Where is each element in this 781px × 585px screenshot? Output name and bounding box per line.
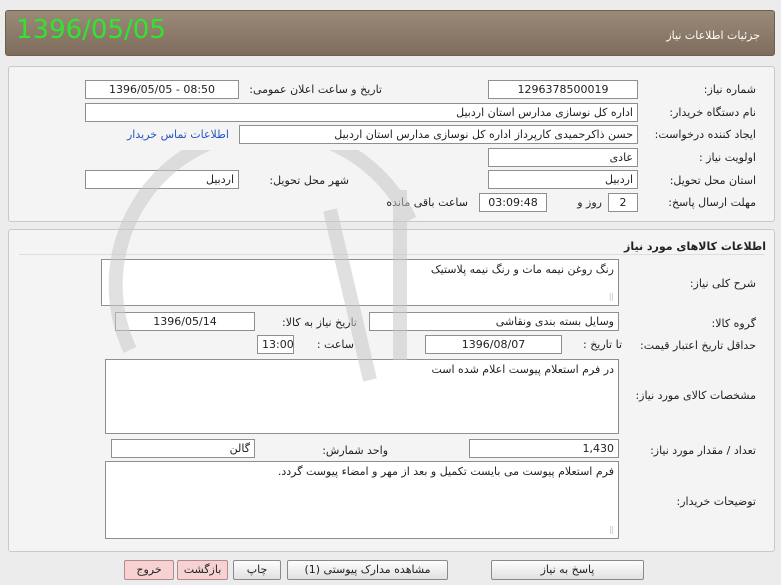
resize-grip-icon: ⣿ bbox=[608, 526, 614, 534]
creator-label: ایجاد کننده درخواست: bbox=[654, 128, 756, 141]
announce-label: تاریخ و ساعت اعلان عمومی: bbox=[249, 83, 382, 96]
group-field: وسایل بسته بندی ونقاشی bbox=[369, 312, 619, 331]
header-title: جزئیات اطلاعات نیاز bbox=[666, 29, 760, 42]
print-button[interactable]: چاپ bbox=[233, 560, 281, 580]
section-divider bbox=[19, 254, 764, 255]
days-label: روز و bbox=[577, 196, 602, 209]
province-label: استان محل تحویل: bbox=[669, 174, 756, 187]
specs-field: در فرم استعلام پیوست اعلام شده است bbox=[105, 359, 619, 434]
priority-label: اولویت نیاز : bbox=[698, 151, 756, 164]
deadline-time-field: 03:09:48 bbox=[479, 193, 547, 212]
desc-field: رنگ روغن نیمه مات و رنگ نیمه پلاستیک ⣿ bbox=[101, 259, 619, 306]
unit-field: گالن bbox=[111, 439, 255, 458]
remaining-label: ساعت باقی مانده bbox=[386, 196, 468, 209]
need-date-field: 1396/05/14 bbox=[115, 312, 255, 331]
reply-to-need-button[interactable]: پاسخ به نیاز bbox=[491, 560, 644, 580]
unit-label: واحد شمارش: bbox=[322, 444, 388, 457]
buyer-field: اداره کل نوسازی مدارس استان اردبیل bbox=[85, 103, 638, 122]
notes-field: فرم استعلام پیوست می بایست تکمیل و بعد ا… bbox=[105, 461, 619, 539]
validity-time-field: 13:00 bbox=[257, 335, 294, 354]
view-attachments-button[interactable]: مشاهده مدارک پیوستی (1) bbox=[287, 560, 448, 580]
buyer-label: نام دستگاه خریدار: bbox=[669, 106, 756, 119]
header-date: 1396/05/05 bbox=[16, 15, 166, 45]
page-header: 1396/05/05 جزئیات اطلاعات نیاز bbox=[5, 10, 775, 56]
qty-field: 1,430 bbox=[469, 439, 619, 458]
back-button[interactable]: بازگشت bbox=[177, 560, 228, 580]
desc-label: شرح کلی نیاز: bbox=[689, 277, 756, 290]
exit-button[interactable]: خروج bbox=[124, 560, 174, 580]
city-label: شهر محل تحویل: bbox=[269, 174, 349, 187]
group-label: گروه کالا: bbox=[711, 317, 756, 330]
resize-grip-icon: ⣿ bbox=[608, 293, 614, 301]
validity-date-field: 1396/08/07 bbox=[425, 335, 562, 354]
priority-field: عادی bbox=[488, 148, 638, 167]
deadline-days-field: 2 bbox=[608, 193, 638, 212]
qty-label: تعداد / مقدار مورد نیاز: bbox=[650, 444, 756, 457]
need-number-field: 1296378500019 bbox=[488, 80, 638, 99]
notes-label: توضیحات خریدار: bbox=[676, 495, 757, 508]
specs-text: در فرم استعلام پیوست اعلام شده است bbox=[431, 363, 614, 376]
city-field: اردبیل bbox=[85, 170, 239, 189]
specs-label: مشخصات کالای مورد نیاز: bbox=[635, 389, 756, 402]
announce-field: 1396/05/05 - 08:50 bbox=[85, 80, 239, 99]
buyer-contact-link[interactable]: اطلاعات تماس خریدار bbox=[127, 128, 229, 141]
need-date-label: تاریخ نیاز به کالا: bbox=[282, 316, 357, 329]
notes-text: فرم استعلام پیوست می بایست تکمیل و بعد ا… bbox=[277, 465, 614, 478]
deadline-label: مهلت ارسال پاسخ: bbox=[668, 196, 756, 209]
validity-time-label: ساعت : bbox=[316, 338, 354, 351]
goods-section-title: اطلاعات کالاهای مورد نیاز bbox=[624, 240, 766, 253]
creator-field: حسن ذاکرحمیدی کارپرداز اداره کل نوسازی م… bbox=[239, 125, 638, 144]
province-field: اردبیل bbox=[488, 170, 638, 189]
need-info-panel: شماره نیاز: 1296378500019 تاریخ و ساعت ا… bbox=[8, 66, 775, 222]
desc-text: رنگ روغن نیمه مات و رنگ نیمه پلاستیک bbox=[430, 263, 614, 276]
until-label: تا تاریخ : bbox=[583, 338, 622, 351]
need-number-label: شماره نیاز: bbox=[703, 83, 756, 96]
min-validity-label: حداقل تاریخ اعتبار قیمت: bbox=[640, 339, 756, 352]
goods-info-panel: اطلاعات کالاهای مورد نیاز شرح کلی نیاز: … bbox=[8, 229, 775, 552]
